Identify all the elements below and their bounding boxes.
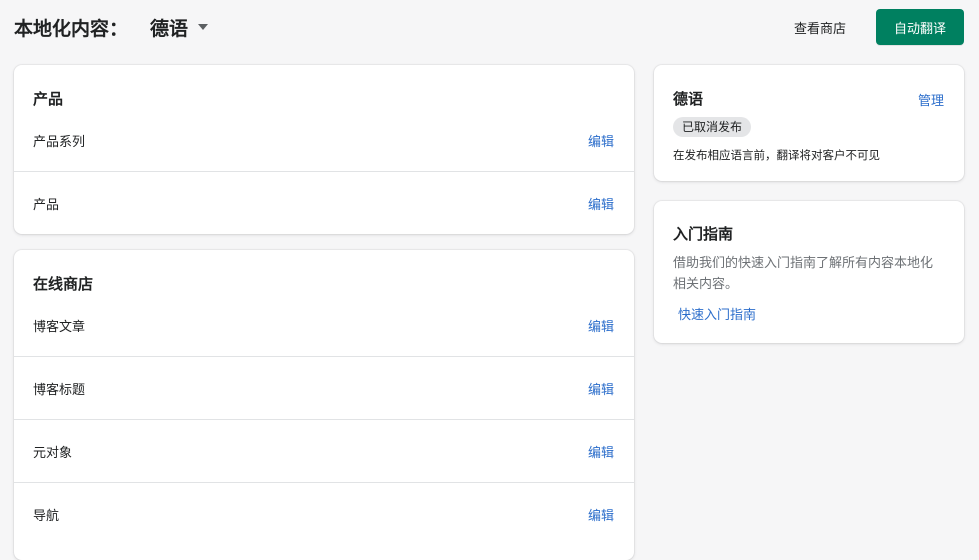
row-label: 产品 bbox=[33, 198, 60, 213]
view-store-button[interactable]: 查看商店 bbox=[780, 10, 860, 44]
products-card: 产品 产品系列 编辑 产品 编辑 bbox=[14, 65, 634, 234]
page-title: 本地化内容： bbox=[14, 18, 129, 40]
row-label: 元对象 bbox=[33, 446, 73, 461]
quick-start-guide-link[interactable]: 快速入门指南 bbox=[678, 304, 756, 323]
guide-card: 入门指南 借助我们的快速入门指南了解所有内容本地化相关内容。 快速入门指南 bbox=[654, 201, 964, 343]
list-item: 导航 编辑 bbox=[14, 505, 634, 545]
divider bbox=[14, 171, 634, 172]
list-item: 元对象 编辑 bbox=[14, 442, 634, 482]
guide-card-title: 入门指南 bbox=[673, 225, 734, 243]
list-item: 博客标题 编辑 bbox=[14, 379, 634, 419]
list-item: 博客文章 编辑 bbox=[14, 316, 634, 356]
edit-link[interactable]: 编辑 bbox=[588, 316, 614, 335]
edit-link[interactable]: 编辑 bbox=[588, 194, 614, 213]
online-store-card-title: 在线商店 bbox=[33, 275, 94, 293]
guide-description: 借助我们的快速入门指南了解所有内容本地化相关内容。 bbox=[673, 256, 934, 292]
edit-link[interactable]: 编辑 bbox=[588, 505, 614, 524]
divider bbox=[14, 419, 634, 420]
list-item: 产品 编辑 bbox=[14, 194, 634, 234]
products-card-title: 产品 bbox=[33, 90, 64, 108]
row-label: 产品系列 bbox=[33, 135, 86, 150]
list-item: 产品系列 编辑 bbox=[14, 131, 634, 171]
divider bbox=[14, 356, 634, 357]
row-label: 博客文章 bbox=[33, 320, 86, 335]
row-label: 博客标题 bbox=[33, 383, 86, 398]
language-selector[interactable]: 德语 bbox=[150, 14, 209, 42]
language-card-title: 德语 bbox=[673, 90, 704, 108]
manage-link[interactable]: 管理 bbox=[918, 90, 944, 109]
page-header: 本地化内容： 德语 查看商店 自动翻译 bbox=[0, 0, 979, 58]
edit-link[interactable]: 编辑 bbox=[588, 131, 614, 150]
status-badge: 已取消发布 bbox=[673, 117, 752, 137]
edit-link[interactable]: 编辑 bbox=[588, 442, 614, 461]
publish-note: 在发布相应语言前，翻译将对客户不可见 bbox=[673, 148, 880, 162]
divider bbox=[14, 482, 634, 483]
online-store-card: 在线商店 博客文章 编辑 博客标题 编辑 元对象 编辑 导航 编辑 bbox=[14, 250, 634, 560]
caret-down-icon bbox=[198, 24, 209, 30]
language-status-card: 德语 管理 已取消发布 在发布相应语言前，翻译将对客户不可见 bbox=[654, 65, 964, 181]
language-selector-value: 德语 bbox=[150, 18, 189, 40]
edit-link[interactable]: 编辑 bbox=[588, 379, 614, 398]
auto-translate-button[interactable]: 自动翻译 bbox=[876, 9, 964, 45]
row-label: 导航 bbox=[33, 509, 60, 524]
